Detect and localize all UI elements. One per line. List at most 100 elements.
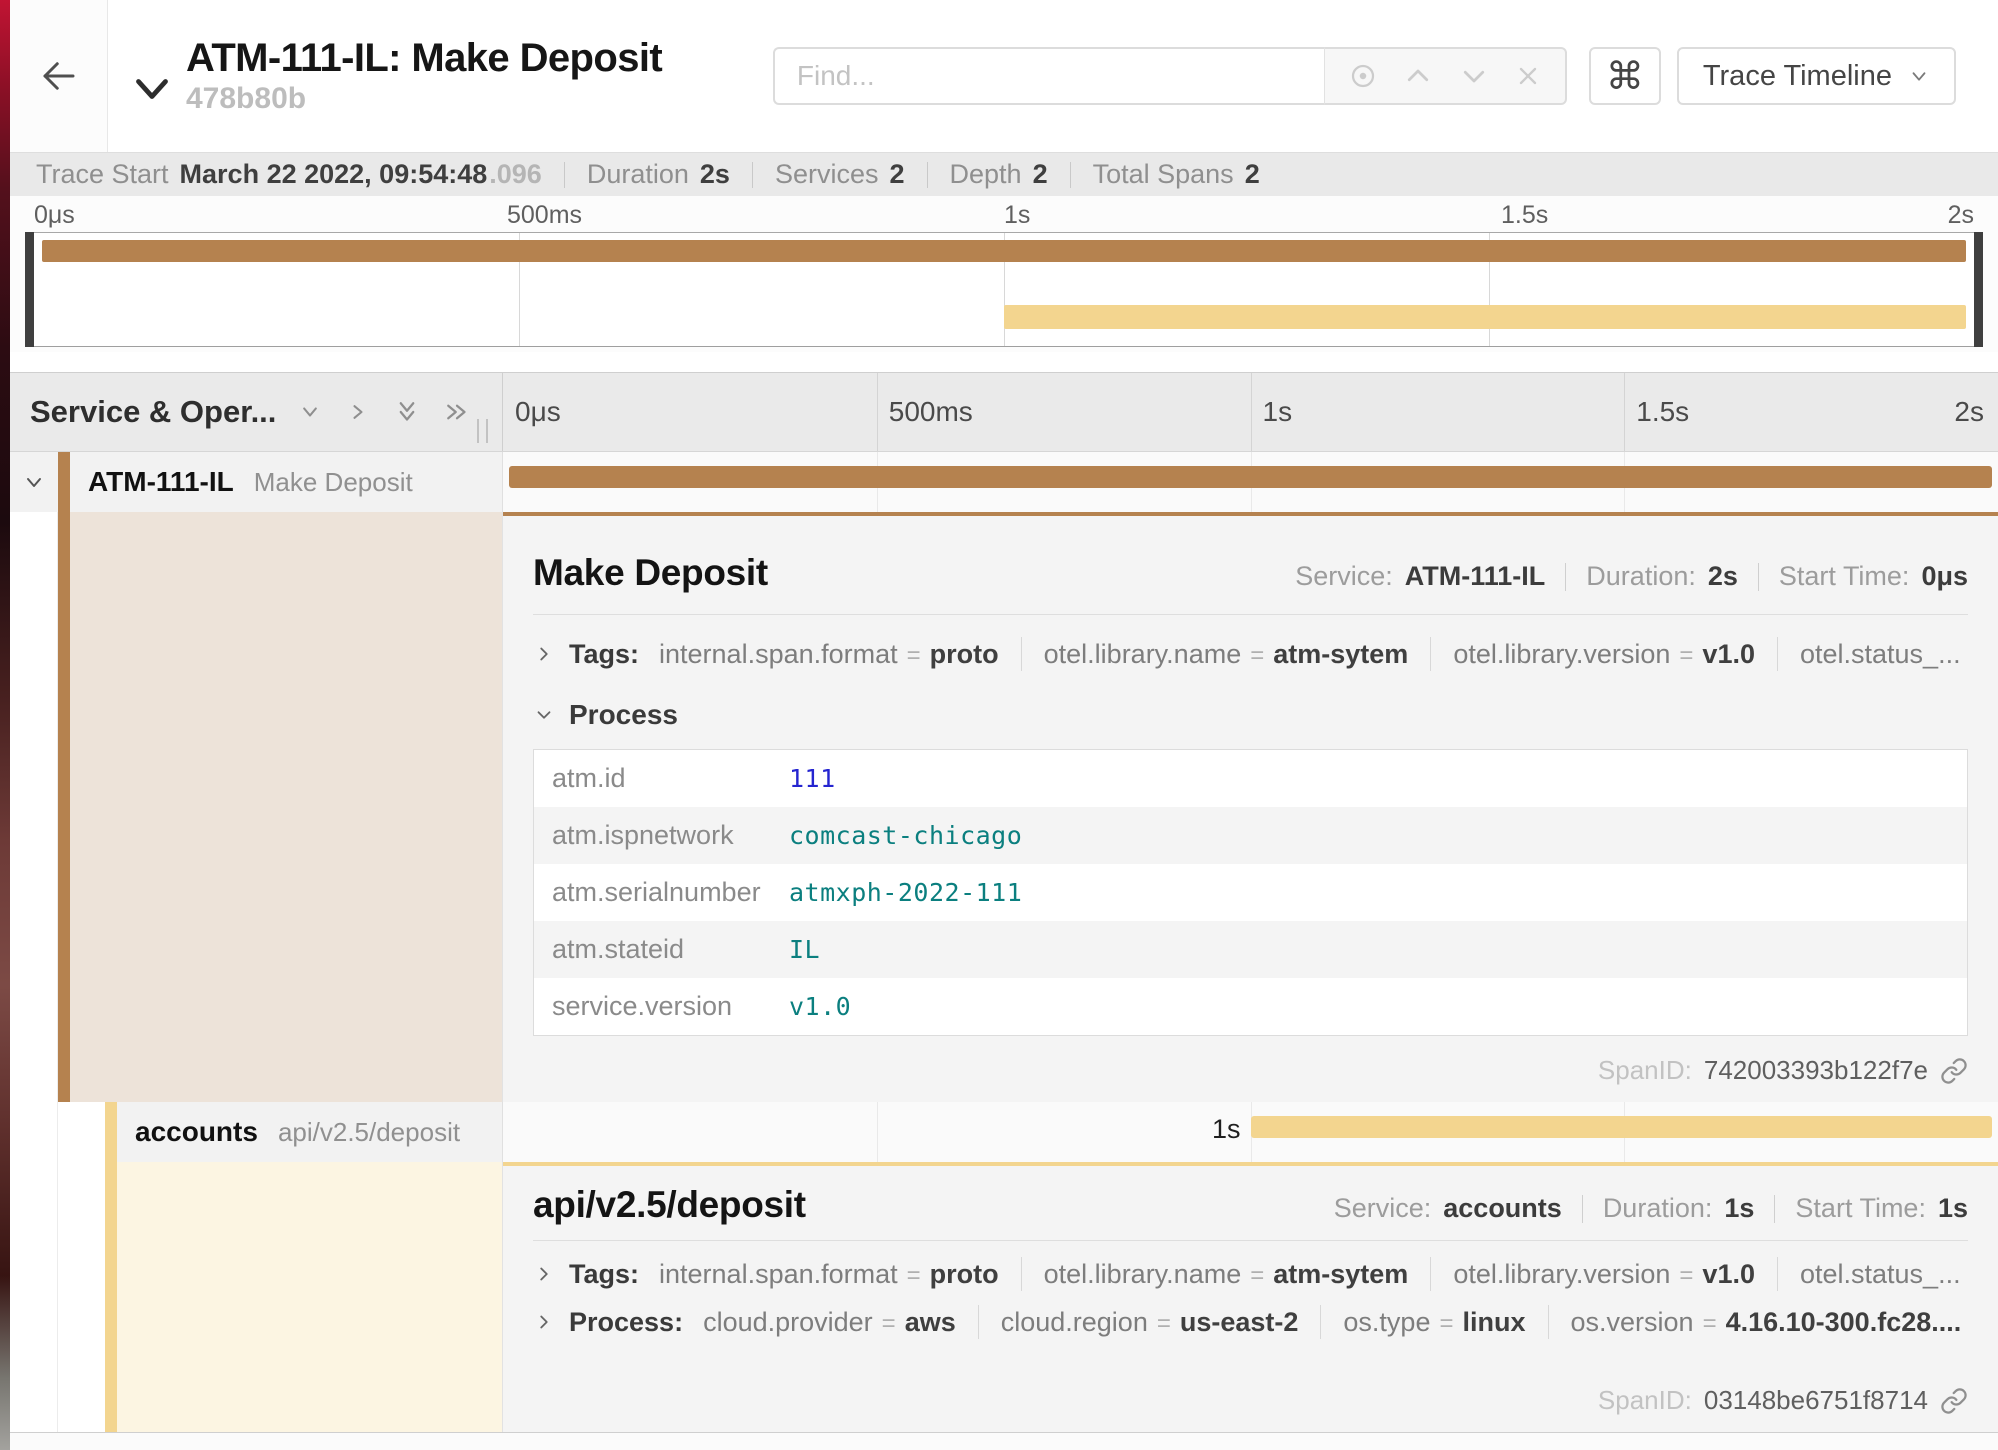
process-table: atm.id 111 atm.ispnetwork comcast-chicag…	[533, 749, 1968, 1036]
gridline	[1251, 373, 1252, 451]
keyboard-shortcuts-button[interactable]: ⌘	[1589, 47, 1661, 105]
process-section-toggle[interactable]: Process	[533, 699, 1968, 731]
span-row-atm-label: ATM-111-IL Make Deposit	[10, 452, 503, 512]
tag-item: otel.library.name=atm-sytem	[1044, 639, 1409, 670]
span-bar-atm[interactable]	[509, 466, 1992, 488]
gridline	[1624, 373, 1625, 451]
trace-view-selector[interactable]: Trace Timeline	[1677, 47, 1956, 105]
span-detail-left-rail	[10, 512, 503, 1102]
chevron-right-icon[interactable]	[533, 1263, 555, 1285]
process-item: os.type=linux	[1343, 1307, 1525, 1338]
trace-depth: Depth 2	[950, 159, 1048, 190]
column-resize-handle[interactable]	[477, 419, 488, 443]
gutter	[58, 1162, 105, 1432]
process-row[interactable]: atm.stateid IL	[534, 921, 1967, 978]
detail-header: api/v2.5/deposit Service: accounts Durat…	[533, 1184, 1968, 1226]
span-id-row: SpanID: 742003393b122f7e	[533, 1043, 1968, 1086]
span-duration-label: 1s	[1212, 1114, 1241, 1145]
process-row[interactable]: atm.id 111	[534, 750, 1967, 807]
back-button[interactable]	[10, 0, 108, 152]
gutter	[10, 1162, 58, 1432]
service-operation-column-header: Service & Oper...	[10, 373, 503, 451]
trace-view-selector-label: Trace Timeline	[1703, 60, 1892, 93]
expand-all-icon[interactable]	[442, 397, 472, 427]
span-row-accounts-timeline[interactable]: 1s	[503, 1102, 1998, 1162]
column-title: Service & Oper...	[30, 394, 276, 430]
match-locate-icon[interactable]	[1348, 61, 1378, 91]
divider	[978, 1305, 979, 1339]
chevron-down-icon	[1908, 65, 1930, 87]
trace-start: Trace Start March 22 2022, 09:54:48 .096	[36, 159, 542, 190]
tags-row[interactable]: Tags: internal.span.format=proto otel.li…	[533, 637, 1968, 671]
divider	[1070, 162, 1071, 188]
span-detail-panel-atm: Make Deposit Service: ATM-111-IL Duratio…	[503, 512, 1998, 1102]
trace-view: ATM-111-IL: Make Deposit 478b80b	[10, 0, 1998, 1450]
collapse-trace-header-icon[interactable]	[134, 74, 170, 104]
span-row-atm[interactable]: ATM-111-IL Make Deposit	[10, 452, 1998, 512]
tag-item: internal.span.format=proto	[659, 1259, 999, 1290]
arrow-left-icon	[38, 55, 80, 97]
process-item: cloud.region=us-east-2	[1001, 1307, 1299, 1338]
collapse-all-icon[interactable]	[392, 397, 422, 427]
divider	[1548, 1305, 1549, 1339]
divider	[564, 162, 565, 188]
collapse-one-icon[interactable]	[296, 398, 324, 426]
span-bar-accounts[interactable]	[1251, 1116, 1993, 1138]
divider	[927, 162, 928, 188]
tag-item: otel.library.version=v1.0	[1453, 1259, 1755, 1290]
tags-label: Tags:	[569, 1259, 639, 1290]
divider	[1430, 637, 1431, 671]
chevron-down-icon	[533, 704, 555, 726]
divider	[1777, 637, 1778, 671]
tags-row[interactable]: Tags: internal.span.format=proto otel.li…	[533, 1257, 1968, 1291]
minimap-right-handle[interactable]	[1974, 232, 1983, 347]
minimap-left-handle[interactable]	[25, 232, 34, 347]
expand-one-icon[interactable]	[344, 398, 372, 426]
minimap-ticks: 0μs 500ms 1s 1.5s 2s	[10, 196, 1998, 232]
prev-match-icon[interactable]	[1403, 61, 1433, 91]
next-match-icon[interactable]	[1459, 61, 1489, 91]
divider	[1774, 1195, 1775, 1223]
detail-title: api/v2.5/deposit	[533, 1184, 806, 1226]
span-id-label: SpanID:	[1598, 1055, 1692, 1086]
top-bar: ATM-111-IL: Make Deposit 478b80b	[10, 0, 1998, 152]
clear-find-icon[interactable]	[1514, 62, 1542, 90]
span-row-accounts[interactable]: accounts api/v2.5/deposit 1s	[10, 1102, 1998, 1162]
span-id-label: SpanID:	[1598, 1385, 1692, 1416]
copy-link-icon[interactable]	[1940, 1057, 1968, 1085]
chevron-right-icon[interactable]	[533, 1311, 555, 1333]
service-color-rail	[105, 1102, 117, 1162]
process-item: cloud.provider=aws	[703, 1307, 956, 1338]
detail-title: Make Deposit	[533, 552, 768, 594]
span-id-row: SpanID: 03148be6751f8714	[533, 1379, 1968, 1416]
minimap-viewport[interactable]	[34, 232, 1974, 347]
chevron-right-icon[interactable]	[533, 643, 555, 665]
tag-item: internal.span.format=proto	[659, 639, 999, 670]
minimap-tick: 500ms	[507, 201, 582, 230]
span-detail-panel-accounts: api/v2.5/deposit Service: accounts Durat…	[503, 1162, 1998, 1432]
copy-link-icon[interactable]	[1940, 1387, 1968, 1415]
collapse-span-icon[interactable]	[10, 470, 58, 494]
spacer	[10, 352, 1998, 372]
service-color-rail	[58, 512, 70, 1102]
minimap-tick: 1s	[1004, 201, 1030, 230]
timeline-tick: 1s	[1263, 396, 1293, 428]
trace-minimap[interactable]: 0μs 500ms 1s 1.5s 2s	[10, 196, 1998, 352]
divider	[1021, 1257, 1022, 1291]
process-label: Process	[569, 699, 678, 731]
minimap-tick: 2s	[1948, 201, 1974, 230]
page-title: ATM-111-IL: Make Deposit	[186, 36, 662, 81]
process-item: os.version=4.16.10-300.fc28....	[1571, 1307, 1962, 1338]
span-id-value: 742003393b122f7e	[1704, 1055, 1928, 1086]
process-row[interactable]: service.version v1.0	[534, 978, 1967, 1035]
window-edge-decoration	[0, 0, 10, 1450]
minimap-tick: 1.5s	[1501, 201, 1548, 230]
span-row-atm-timeline[interactable]	[503, 452, 1998, 512]
process-row[interactable]: atm.serialnumber atmxph-2022-111	[534, 864, 1967, 921]
divider	[1320, 1305, 1321, 1339]
divider	[533, 614, 1968, 615]
process-row[interactable]: atm.ispnetwork comcast-chicago	[534, 807, 1967, 864]
find-input[interactable]	[773, 47, 1325, 105]
process-row-inline[interactable]: Process: cloud.provider=aws cloud.region…	[533, 1305, 1968, 1339]
trace-summary-bar: Trace Start March 22 2022, 09:54:48 .096…	[10, 152, 1998, 196]
